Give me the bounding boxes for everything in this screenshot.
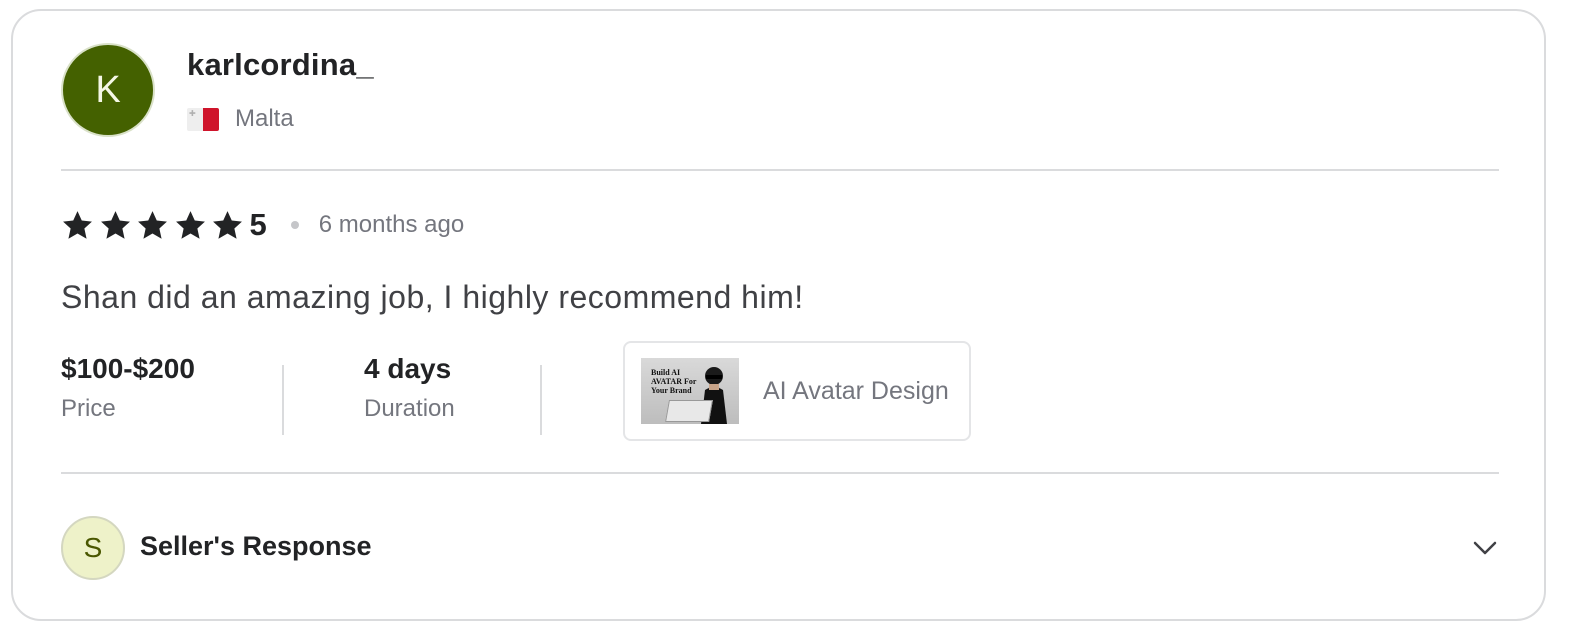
reviewer-header: K karlcordina_ ✚ Malta (61, 43, 1501, 137)
reviewer-avatar[interactable]: K (61, 43, 155, 137)
malta-flag-icon: ✚ (187, 107, 219, 131)
gig-card[interactable]: Build AI AVATAR For Your Brand AI Avatar… (623, 341, 971, 441)
order-meta: $100-$200 Price 4 days Duration Build AI… (61, 341, 1061, 451)
rating-score: 5 (249, 207, 267, 242)
meta-divider (282, 365, 284, 435)
gig-title: AI Avatar Design (763, 376, 949, 405)
duration-block: 4 days Duration (364, 353, 455, 423)
seller-response-toggle[interactable]: S Seller's Response (61, 516, 1501, 580)
star-icon (211, 209, 244, 242)
star-icon (136, 209, 169, 242)
response-divider (61, 472, 1499, 474)
seller-avatar: S (61, 516, 125, 580)
price-label: Price (61, 395, 116, 422)
duration-value: 4 days (364, 353, 452, 384)
country-name: Malta (235, 105, 294, 132)
seller-response-title: Seller's Response (140, 531, 372, 561)
price-value: $100-$200 (61, 353, 195, 384)
reviewer-country: ✚ Malta (187, 105, 294, 133)
gig-thumbnail: Build AI AVATAR For Your Brand (641, 358, 739, 424)
review-card: K karlcordina_ ✚ Malta 5 6 months ago Sh… (11, 9, 1546, 621)
gig-thumbnail-text: Build AI AVATAR For Your Brand (651, 368, 697, 395)
rating-row: 5 6 months ago (61, 205, 464, 245)
review-time: 6 months ago (318, 211, 465, 238)
reviewer-initial: K (95, 68, 121, 111)
meta-divider (540, 365, 542, 435)
newspaper-icon (665, 400, 713, 422)
chevron-down-icon[interactable] (1469, 534, 1501, 562)
header-divider (61, 169, 1499, 171)
separator-dot (290, 221, 299, 229)
review-text: Shan did an amazing job, I highly recomm… (61, 279, 804, 315)
star-icon (61, 209, 94, 242)
price-block: $100-$200 Price (61, 353, 195, 423)
seller-initial: S (83, 532, 103, 563)
star-icon (174, 209, 207, 242)
reviewer-username[interactable]: karlcordina_ (187, 47, 374, 83)
duration-label: Duration (364, 395, 455, 422)
star-icon (99, 209, 132, 242)
